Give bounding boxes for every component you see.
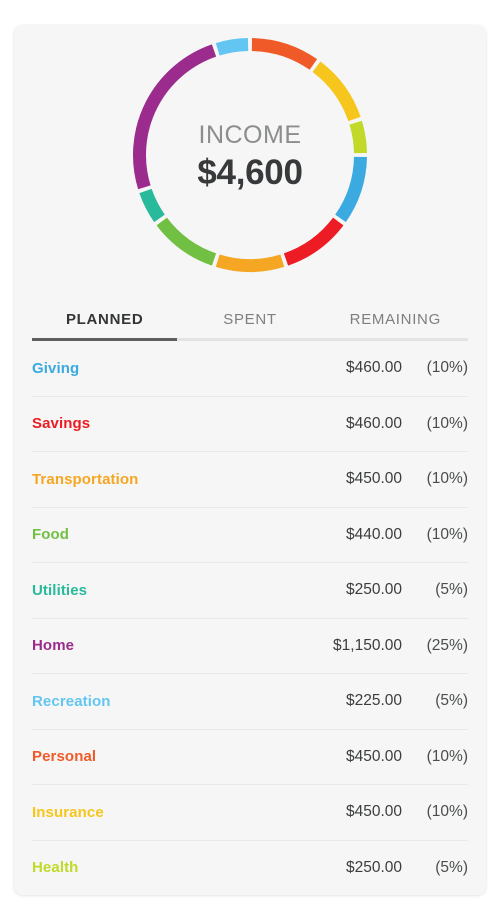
- category-name: Home: [32, 637, 75, 655]
- tab-remaining[interactable]: REMAINING: [322, 311, 468, 341]
- donut-segment-savings[interactable]: [283, 217, 344, 266]
- table-row[interactable]: Personal $450.00 (10%): [32, 730, 468, 785]
- category-name: Insurance: [32, 803, 104, 821]
- category-name: Recreation: [32, 692, 111, 710]
- category-percent: (10%): [426, 414, 468, 432]
- category-amount: $250.00: [345, 858, 402, 876]
- table-row[interactable]: Utilities $250.00 (5%): [32, 563, 468, 619]
- table-row[interactable]: Recreation $225.00 (5%): [32, 674, 468, 730]
- category-name: Personal: [32, 748, 97, 766]
- category-list: Giving $460.00 (10%) Savings $460.00 (10%) Tra…: [14, 341, 486, 895]
- donut-segment-transportation[interactable]: [215, 254, 285, 272]
- table-row[interactable]: Home $1,150.00 (25%): [32, 619, 468, 674]
- income-label: INCOME: [198, 121, 302, 149]
- donut-segment-utilities[interactable]: [139, 188, 165, 223]
- category-name: Giving: [32, 359, 80, 377]
- table-row[interactable]: Savings $460.00 (10%): [32, 397, 468, 452]
- income-donut-chart[interactable]: INCOME $4,600: [130, 35, 370, 275]
- category-percent: (10%): [426, 470, 468, 488]
- category-name: Transportation: [32, 470, 139, 488]
- category-amount: $460.00: [345, 414, 402, 432]
- category-amount: $450.00: [345, 470, 402, 488]
- category-name: Food: [32, 526, 70, 544]
- category-percent: (10%): [426, 525, 468, 543]
- category-amount: $440.00: [345, 525, 402, 543]
- income-chart-area: INCOME $4,600: [14, 25, 486, 293]
- table-row[interactable]: Health $250.00 (5%): [32, 841, 468, 896]
- category-name: Health: [32, 859, 79, 877]
- category-amount: $250.00: [345, 581, 402, 599]
- category-amount: $450.00: [345, 747, 402, 765]
- category-name: Utilities: [32, 581, 88, 599]
- category-percent: (5%): [435, 858, 468, 876]
- category-amount: $450.00: [345, 803, 402, 821]
- category-percent: (10%): [426, 359, 468, 377]
- donut-segment-insurance[interactable]: [312, 61, 361, 122]
- table-row[interactable]: Food $440.00 (10%): [32, 508, 468, 563]
- donut-segment-food[interactable]: [156, 217, 217, 266]
- category-percent: (10%): [426, 747, 468, 765]
- table-row[interactable]: Insurance $450.00 (10%): [32, 785, 468, 841]
- category-percent: (10%): [426, 803, 468, 821]
- tab-planned[interactable]: PLANNED: [32, 311, 178, 341]
- tab-spent[interactable]: SPENT: [177, 311, 323, 341]
- income-value: $4,600: [197, 153, 303, 192]
- donut-segment-personal[interactable]: [251, 38, 318, 70]
- table-row[interactable]: Transportation $450.00 (10%): [32, 452, 468, 508]
- category-amount: $225.00: [345, 692, 402, 710]
- budget-card: INCOME $4,600 PLANNED SPENT REMAINING Givi…: [14, 25, 486, 895]
- category-percent: (5%): [435, 581, 468, 599]
- category-percent: (25%): [426, 636, 468, 654]
- view-tabs: PLANNED SPENT REMAINING: [14, 295, 486, 341]
- category-amount: $460.00: [345, 359, 402, 377]
- donut-segment-recreation[interactable]: [215, 38, 249, 56]
- category-name: Savings: [32, 415, 91, 433]
- category-amount: $1,150.00: [333, 636, 402, 654]
- category-percent: (5%): [435, 692, 468, 710]
- table-row[interactable]: Giving $460.00 (10%): [32, 341, 468, 397]
- donut-center-text: INCOME $4,600: [130, 121, 370, 192]
